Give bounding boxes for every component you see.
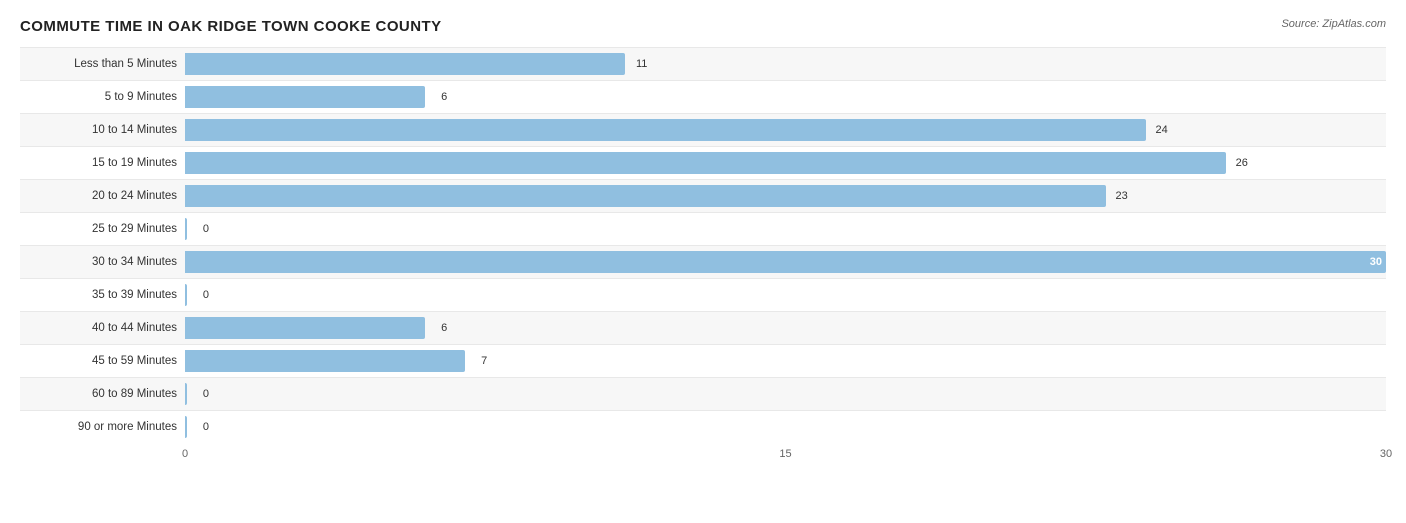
- bar-area: 0: [185, 279, 1386, 311]
- bar-value: 11: [636, 58, 647, 70]
- bar-area: 0: [185, 213, 1386, 245]
- bar-area: 7: [185, 345, 1386, 377]
- bar-label: 20 to 24 Minutes: [20, 190, 185, 202]
- bar: 24: [185, 119, 1146, 141]
- bar-row: 20 to 24 Minutes23: [20, 179, 1386, 212]
- bar-value: 0: [203, 388, 209, 400]
- bar-value: 26: [1236, 157, 1248, 169]
- bar-label: 40 to 44 Minutes: [20, 322, 185, 334]
- bar-area: 0: [185, 411, 1386, 443]
- x-axis-tick: 0: [182, 448, 188, 460]
- bar-label: 5 to 9 Minutes: [20, 91, 185, 103]
- bar-label: 25 to 29 Minutes: [20, 223, 185, 235]
- bar-value: 6: [441, 91, 447, 103]
- bar-row: 60 to 89 Minutes0: [20, 377, 1386, 410]
- bar-area: 23: [185, 180, 1386, 212]
- chart-body: Less than 5 Minutes115 to 9 Minutes610 t…: [20, 47, 1386, 463]
- bar-row: 45 to 59 Minutes7: [20, 344, 1386, 377]
- bar-row: Less than 5 Minutes11: [20, 47, 1386, 80]
- bar: 0: [185, 218, 187, 240]
- bar-row: 35 to 39 Minutes0: [20, 278, 1386, 311]
- bar-value: 7: [481, 355, 487, 367]
- chart-title: COMMUTE TIME IN OAK RIDGE TOWN COOKE COU…: [20, 18, 442, 35]
- bar-row: 10 to 14 Minutes24: [20, 113, 1386, 146]
- bar-label: 60 to 89 Minutes: [20, 388, 185, 400]
- bar: 11: [185, 53, 625, 75]
- bar: 0: [185, 284, 187, 306]
- bar-area: 30: [185, 246, 1386, 278]
- bar-area: 6: [185, 81, 1386, 113]
- bar-label: 30 to 34 Minutes: [20, 256, 185, 268]
- bar-area: 24: [185, 114, 1386, 146]
- bar-label: 15 to 19 Minutes: [20, 157, 185, 169]
- bar: 7: [185, 350, 465, 372]
- bar-row: 25 to 29 Minutes0: [20, 212, 1386, 245]
- chart-container: COMMUTE TIME IN OAK RIDGE TOWN COOKE COU…: [0, 0, 1406, 523]
- bar-value: 24: [1156, 124, 1168, 136]
- bar-value: 23: [1116, 190, 1128, 202]
- bar: 6: [185, 317, 425, 339]
- chart-header: COMMUTE TIME IN OAK RIDGE TOWN COOKE COU…: [20, 18, 1386, 35]
- x-axis-tick: 30: [1380, 448, 1392, 460]
- bar-value: 0: [203, 289, 209, 301]
- bar-row: 40 to 44 Minutes6: [20, 311, 1386, 344]
- bar-value: 6: [441, 322, 447, 334]
- bar-label: 45 to 59 Minutes: [20, 355, 185, 367]
- bar-area: 11: [185, 48, 1386, 80]
- x-axis: 01530: [185, 443, 1386, 463]
- bar-area: 0: [185, 378, 1386, 410]
- bar-value: 0: [203, 223, 209, 235]
- bar-label: 90 or more Minutes: [20, 421, 185, 433]
- bar-value: 0: [203, 421, 209, 433]
- bar: 6: [185, 86, 425, 108]
- bar-area: 6: [185, 312, 1386, 344]
- bar-row: 15 to 19 Minutes26: [20, 146, 1386, 179]
- x-axis-tick: 15: [779, 448, 791, 460]
- bar: 23: [185, 185, 1106, 207]
- bar-label: 10 to 14 Minutes: [20, 124, 185, 136]
- bar-row: 5 to 9 Minutes6: [20, 80, 1386, 113]
- bar-row: 90 or more Minutes0: [20, 410, 1386, 443]
- bar: 26: [185, 152, 1226, 174]
- bar-label: Less than 5 Minutes: [20, 58, 185, 70]
- bar: 0: [185, 383, 187, 405]
- bar-label: 35 to 39 Minutes: [20, 289, 185, 301]
- bar: 30: [185, 251, 1386, 273]
- bar: 0: [185, 416, 187, 438]
- chart-source: Source: ZipAtlas.com: [1281, 18, 1386, 30]
- bar-area: 26: [185, 147, 1386, 179]
- bar-row: 30 to 34 Minutes 30: [20, 245, 1386, 278]
- bar-value: 30: [1370, 256, 1382, 268]
